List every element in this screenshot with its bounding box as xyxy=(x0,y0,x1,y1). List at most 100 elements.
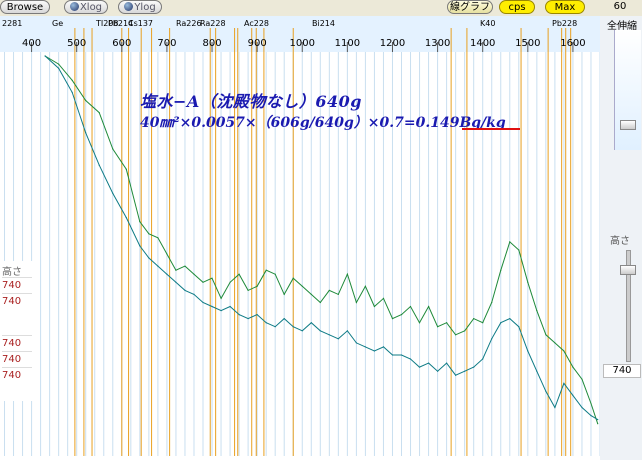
x-tick-label: 1000 xyxy=(290,38,315,49)
data-point xyxy=(428,305,430,308)
data-point xyxy=(157,265,159,267)
data-point xyxy=(536,370,538,372)
data-point xyxy=(125,217,127,219)
nuclide-label: Pb228 xyxy=(552,19,577,28)
data-point xyxy=(58,67,60,69)
spectrum-chart[interactable]: 2281 Ge TI208 Pb214 Cs137 Ra226 Ra228 Ac228 Bi21… xyxy=(0,16,600,460)
data-point xyxy=(536,310,538,312)
data-point xyxy=(590,415,592,417)
data-point xyxy=(283,318,285,320)
nuclide-label: Bi214 xyxy=(312,19,335,28)
data-point xyxy=(373,350,375,352)
spectrum-plot: 2281 Ge TI208Pb214Cs137 Ra226Ra228 Ac228 Bi21… xyxy=(2,19,600,456)
data-point xyxy=(509,241,511,243)
data-point xyxy=(400,354,403,356)
height-value: 740 xyxy=(2,293,32,309)
zoom-all-thumb[interactable] xyxy=(620,120,636,130)
data-point xyxy=(238,314,240,316)
data-point xyxy=(85,99,87,102)
data-point xyxy=(581,378,583,380)
data-point xyxy=(202,281,204,283)
data-point xyxy=(473,366,475,368)
data-point xyxy=(112,148,114,150)
data-point xyxy=(193,273,195,275)
data-point xyxy=(301,285,303,287)
height-value: 740 xyxy=(2,277,32,293)
line-graph-button[interactable]: 線グラフ xyxy=(447,0,493,14)
data-point xyxy=(292,326,294,328)
height-label: 高さ xyxy=(2,267,22,278)
data-point xyxy=(545,334,547,336)
data-point xyxy=(328,334,330,336)
data-point xyxy=(256,285,258,287)
data-point xyxy=(597,423,599,425)
data-point xyxy=(202,301,204,304)
nuclide-label: Ra226 xyxy=(176,19,202,28)
data-point xyxy=(400,314,403,316)
data-point xyxy=(211,277,213,279)
data-point xyxy=(85,132,87,134)
x-tick-label: 700 xyxy=(157,38,176,49)
data-point xyxy=(509,318,511,320)
height-slider-thumb[interactable] xyxy=(620,265,636,275)
data-point xyxy=(409,358,412,360)
data-point xyxy=(184,265,186,267)
x-tick-label: 1600 xyxy=(560,38,585,49)
browse-button[interactable]: Browse xyxy=(0,0,50,14)
data-point xyxy=(247,318,249,320)
data-point xyxy=(491,301,493,304)
x-tick-label: 800 xyxy=(202,38,221,49)
data-point xyxy=(175,269,177,271)
data-point xyxy=(319,301,321,304)
data-point xyxy=(527,281,529,283)
data-point xyxy=(337,293,339,295)
zoom-all-slider[interactable] xyxy=(614,30,641,150)
xlog-toggle[interactable]: Xlog xyxy=(64,0,108,14)
nuclide-label: 2281 xyxy=(2,19,22,28)
data-point xyxy=(229,281,231,283)
toolbar: Browse Xlog Ylog 線グラフ cps Max 60 xyxy=(0,0,642,16)
data-point xyxy=(391,318,394,320)
cps-button[interactable]: cps xyxy=(499,0,535,14)
data-point xyxy=(437,326,439,328)
data-point xyxy=(125,168,127,170)
data-point xyxy=(265,269,267,271)
data-point xyxy=(373,305,375,308)
height-slider-label: 高さ xyxy=(610,236,630,247)
data-point xyxy=(98,164,100,166)
height-value: 740 xyxy=(2,335,32,351)
data-point xyxy=(455,374,457,376)
data-point xyxy=(446,322,448,324)
data-point xyxy=(563,382,565,384)
nuclide-label: Cs137 xyxy=(128,19,153,28)
data-point xyxy=(175,281,177,283)
data-point xyxy=(292,277,294,279)
data-point xyxy=(563,350,565,352)
data-point xyxy=(148,233,150,235)
data-point xyxy=(418,366,421,368)
data-point xyxy=(44,55,46,57)
data-point xyxy=(319,330,321,332)
x-tick-label: 500 xyxy=(67,38,86,49)
data-point xyxy=(346,273,348,275)
data-point xyxy=(482,322,484,324)
data-point xyxy=(428,362,430,364)
data-point xyxy=(274,326,276,328)
ylog-label: Ylog xyxy=(134,2,156,13)
annotation-line-2: 40㎜²×0.0057×（606g/640g）×0.7=0.149Bq/kg xyxy=(140,115,506,131)
ylog-toggle[interactable]: Ylog xyxy=(118,0,162,14)
radio-icon xyxy=(69,2,79,11)
height-value: 740 xyxy=(2,367,32,383)
data-point xyxy=(437,370,439,372)
max-button[interactable]: Max xyxy=(545,0,585,14)
data-point xyxy=(328,289,330,291)
data-point xyxy=(382,297,385,299)
data-point xyxy=(157,237,159,239)
result-underline xyxy=(462,128,520,130)
data-point xyxy=(355,342,357,344)
annotation-line-1: 塩水−A（沈殿物なし）640g xyxy=(140,92,362,111)
radio-icon xyxy=(124,2,134,11)
data-point xyxy=(238,273,240,275)
data-point xyxy=(464,370,466,372)
data-point xyxy=(256,314,258,316)
